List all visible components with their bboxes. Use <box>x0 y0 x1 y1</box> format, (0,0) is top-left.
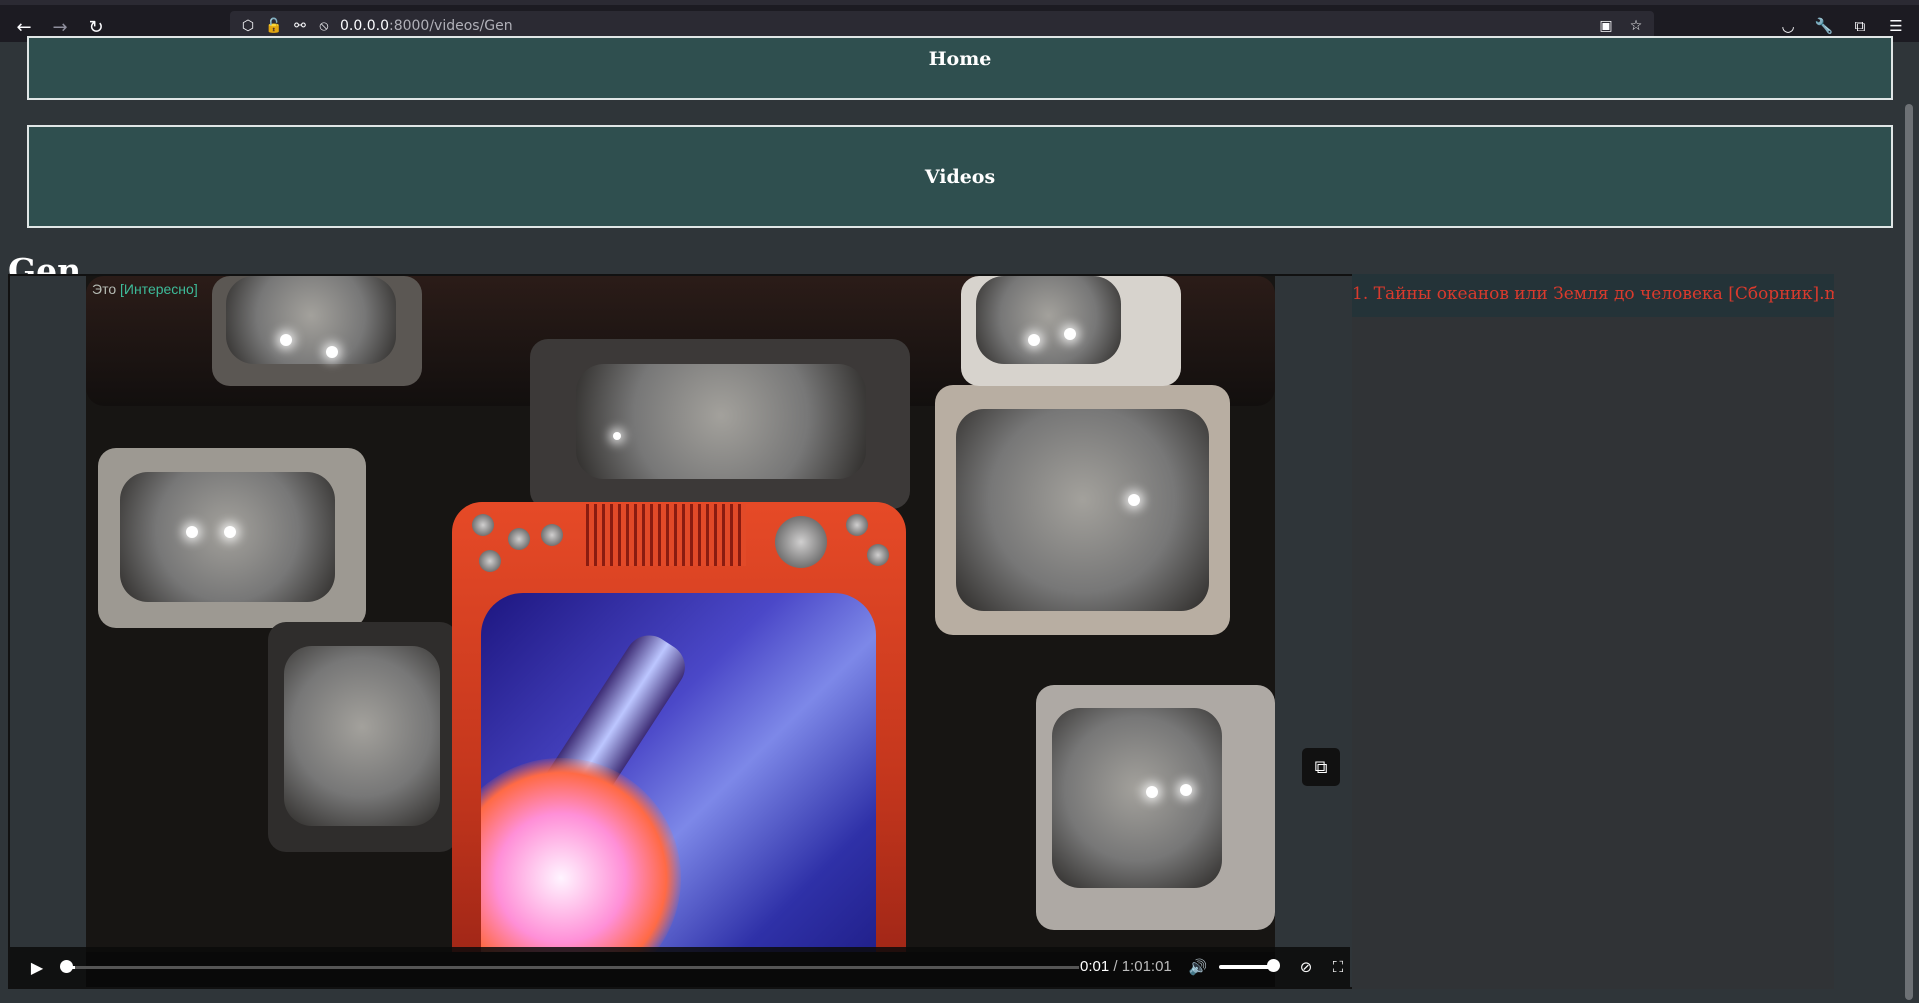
video-watermark: Это [Интересно] <box>92 281 198 297</box>
seek-thumb[interactable] <box>60 960 73 973</box>
extensions-icon[interactable]: ⧉ <box>1849 15 1871 37</box>
video-controls: ▶ 0:01 / 1:01:01 🔊 ⊘ ⛶ <box>10 947 1350 987</box>
scrollbar-thumb[interactable] <box>1905 104 1913 1000</box>
volume-icon[interactable]: 🔊 <box>1187 956 1209 978</box>
page-content: Home Videos Gen Это [Интересно] ⧉ ▶ 0:01… <box>0 36 1900 1003</box>
hamburger-menu-icon[interactable]: ☰ <box>1885 15 1907 37</box>
wrench-icon[interactable]: 🔧 <box>1813 15 1835 37</box>
play-icon[interactable]: ▶ <box>26 956 48 978</box>
pocket-icon[interactable]: ◡ <box>1777 15 1799 37</box>
nav-videos-link[interactable]: Videos <box>27 125 1893 228</box>
url-text[interactable]: 0.0.0.0:8000/videos/Gen <box>340 18 513 34</box>
shield-icon[interactable]: ⬡ <box>238 16 258 36</box>
video-player[interactable]: Это [Интересно] ⧉ ▶ 0:01 / 1:01:01 🔊 ⊘ ⛶ <box>8 274 1352 989</box>
picture-in-picture-button[interactable]: ⧉ <box>1302 748 1340 786</box>
volume-slider[interactable] <box>1219 965 1274 969</box>
video-frame[interactable]: Это [Интересно] <box>86 276 1275 952</box>
playlist: 1. Тайны океанов или Земля до человека [… <box>1352 274 1834 989</box>
page-scrollbar[interactable] <box>1900 42 1919 1003</box>
tracking-blocked-icon[interactable]: ⦸ <box>314 16 334 36</box>
nav-home-link[interactable]: Home <box>27 36 1893 100</box>
volume-thumb[interactable] <box>1267 959 1280 972</box>
picture-in-picture-icon[interactable]: ▣ <box>1596 16 1616 36</box>
captions-off-icon[interactable]: ⊘ <box>1295 956 1317 978</box>
lock-warning-icon[interactable]: 🔓 <box>264 16 284 36</box>
letterbox-left <box>10 276 86 987</box>
red-tv-vent <box>586 504 746 566</box>
fullscreen-icon[interactable]: ⛶ <box>1327 956 1349 978</box>
seek-track[interactable] <box>65 966 1079 969</box>
letterbox-right <box>1275 276 1352 987</box>
playlist-item[interactable]: 1. Тайны океанов или Земля до человека [… <box>1352 274 1834 317</box>
blue-screen-graphic <box>481 593 876 952</box>
time-display: 0:01 / 1:01:01 <box>1080 958 1172 975</box>
bookmark-star-icon[interactable]: ☆ <box>1626 16 1646 36</box>
nav-videos-label: Videos <box>924 165 996 188</box>
permissions-icon[interactable]: ⚯ <box>290 16 310 36</box>
nav-home-label: Home <box>928 48 992 70</box>
